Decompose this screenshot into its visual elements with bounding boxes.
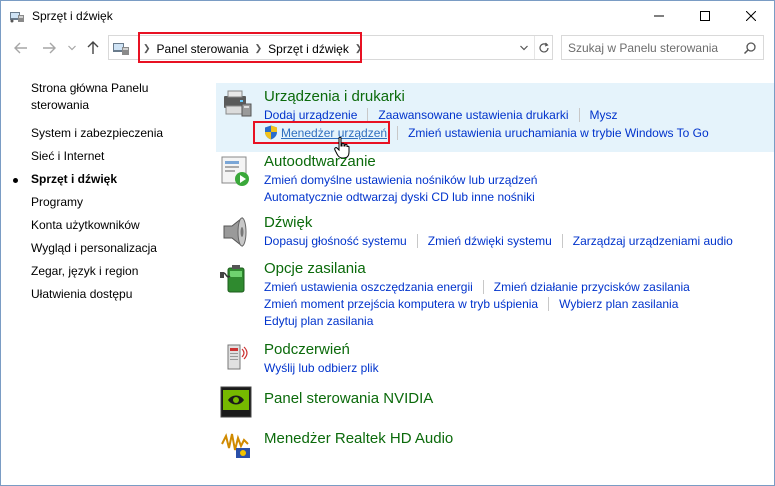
- power-saving-settings-link[interactable]: Zmień ustawienia oszczędzania energii: [264, 280, 473, 294]
- link-row: Menedżer urządzeń Zmień ustawienia uruch…: [264, 125, 709, 140]
- send-receive-file-link[interactable]: Wyślij lub odbierz plik: [264, 361, 379, 375]
- sleep-timing-link[interactable]: Zmień moment przejścia komputera w tryb …: [264, 297, 538, 311]
- nvidia-icon[interactable]: [220, 386, 252, 418]
- link-row: Edytuj plan zasilania: [264, 314, 373, 328]
- uac-shield-icon: [265, 125, 277, 140]
- title-bar: Sprzęt i dźwięk: [1, 1, 774, 32]
- category-power-options: Opcje zasilania Zmień ustawienia oszczęd…: [216, 260, 774, 335]
- control-panel-window: Sprzęt i dźwięk ❯ Panel sterowania ❯ Spr…: [0, 0, 775, 486]
- sidebar-item-home[interactable]: Strona główna Panelu sterowania: [31, 80, 171, 114]
- back-button[interactable]: [13, 40, 29, 56]
- change-system-sounds-link[interactable]: Zmień dźwięki systemu: [428, 234, 552, 248]
- sidebar-item-clock-region[interactable]: Zegar, język i region: [31, 263, 138, 280]
- sidebar-item-ease-of-access[interactable]: Ułatwienia dostępu: [31, 286, 132, 303]
- maximize-button[interactable]: [682, 1, 728, 31]
- category-devices-printers: Urządzenia i drukarki Dodaj urządzenie Z…: [216, 84, 774, 154]
- category-sound: Dźwięk Dopasuj głośność systemu Zmień dź…: [216, 214, 774, 254]
- refresh-icon: [538, 42, 549, 52]
- breadcrumb-hardware-sound[interactable]: Sprzęt i dźwięk: [264, 42, 353, 56]
- battery-icon[interactable]: [220, 262, 252, 294]
- speaker-icon[interactable]: [220, 216, 252, 248]
- autoplay-icon[interactable]: [220, 155, 252, 187]
- address-dropdown-button[interactable]: [516, 36, 532, 59]
- category-title[interactable]: Podczerwień: [264, 341, 350, 358]
- printer-icon[interactable]: [220, 88, 252, 120]
- navigation-pane: Strona główna Panelu sterowania System i…: [1, 64, 216, 485]
- arrow-right-icon: [43, 42, 56, 54]
- chevron-right-icon[interactable]: ❯: [353, 43, 365, 54]
- add-device-link[interactable]: Dodaj urządzenie: [264, 108, 357, 122]
- windows-to-go-link[interactable]: Zmień ustawienia uruchamiania w trybie W…: [408, 126, 709, 140]
- link-separator: [548, 297, 550, 311]
- arrow-up-icon: [87, 41, 99, 54]
- link-row: Zmień moment przejścia komputera w tryb …: [264, 297, 678, 311]
- window-title: Sprzęt i dźwięk: [32, 9, 113, 23]
- adjust-volume-link[interactable]: Dopasuj głośność systemu: [264, 234, 407, 248]
- address-bar[interactable]: ❯ Panel sterowania ❯ Sprzęt i dźwięk ❯: [108, 35, 553, 60]
- link-separator: [578, 108, 580, 122]
- category-realtek: Menedżer Realtek HD Audio: [216, 426, 774, 462]
- choose-power-plan-link[interactable]: Wybierz plan zasilania: [559, 297, 678, 311]
- search-icon[interactable]: [743, 41, 757, 55]
- link-separator: [482, 280, 484, 294]
- minimize-icon: [654, 15, 664, 17]
- sidebar-item-appearance[interactable]: Wygląd i personalizacja: [31, 240, 157, 257]
- up-button[interactable]: [85, 40, 101, 56]
- close-button[interactable]: [728, 1, 774, 31]
- breadcrumb-control-panel[interactable]: Panel sterowania: [153, 42, 253, 56]
- autoplay-cd-link[interactable]: Automatycznie odtwarzaj dyski CD lub inn…: [264, 190, 535, 204]
- sidebar-item-programs[interactable]: Programy: [31, 194, 83, 211]
- category-title[interactable]: Urządzenia i drukarki: [264, 88, 405, 105]
- search-input[interactable]: [568, 40, 738, 56]
- category-title[interactable]: Panel sterowania NVIDIA: [264, 390, 433, 407]
- recent-locations-button[interactable]: [67, 40, 77, 56]
- chevron-down-icon: [68, 45, 76, 51]
- category-infrared: Podczerwień Wyślij lub odbierz plik: [216, 339, 774, 379]
- link-row: Dodaj urządzenie Zaawansowane ustawienia…: [264, 108, 618, 122]
- link-separator: [561, 234, 563, 248]
- arrow-left-icon: [14, 42, 27, 54]
- link-separator: [397, 125, 399, 140]
- chevron-right-icon[interactable]: ❯: [141, 43, 153, 54]
- navigation-bar: ❯ Panel sterowania ❯ Sprzęt i dźwięk ❯: [1, 32, 774, 64]
- link-row: Zmień domyślne ustawienia nośników lub u…: [264, 173, 537, 187]
- sidebar-item-hardware-sound[interactable]: Sprzęt i dźwięk: [31, 171, 117, 188]
- category-title[interactable]: Menedżer Realtek HD Audio: [264, 430, 453, 447]
- chevron-down-icon: [520, 45, 528, 50]
- link-row: Wyślij lub odbierz plik: [264, 361, 379, 375]
- category-title[interactable]: Autoodtwarzanie: [264, 153, 376, 170]
- control-panel-icon: [10, 12, 24, 23]
- sidebar-item-user-accounts[interactable]: Konta użytkowników: [31, 217, 140, 234]
- link-separator: [367, 108, 369, 122]
- category-nvidia: Panel sterowania NVIDIA: [216, 386, 774, 422]
- current-item-bullet: [13, 178, 18, 183]
- breadcrumb: ❯ Panel sterowania ❯ Sprzęt i dźwięk ❯: [141, 36, 364, 61]
- link-row: Zmień ustawienia oszczędzania energii Zm…: [264, 280, 690, 294]
- refresh-button[interactable]: [534, 36, 552, 59]
- forward-button[interactable]: [41, 40, 57, 56]
- link-row: Automatycznie odtwarzaj dyski CD lub inn…: [264, 190, 535, 204]
- link-separator: [416, 234, 418, 248]
- search-box[interactable]: [561, 35, 764, 60]
- category-autoplay: Autoodtwarzanie Zmień domyślne ustawieni…: [216, 151, 774, 206]
- mouse-link[interactable]: Mysz: [590, 108, 618, 122]
- power-buttons-link[interactable]: Zmień działanie przycisków zasilania: [494, 280, 690, 294]
- change-default-media-link[interactable]: Zmień domyślne ustawienia nośników lub u…: [264, 173, 537, 187]
- realtek-audio-icon[interactable]: [220, 428, 252, 460]
- content-pane: Urządzenia i drukarki Dodaj urządzenie Z…: [216, 64, 774, 485]
- category-title[interactable]: Dźwięk: [264, 214, 312, 231]
- category-title[interactable]: Opcje zasilania: [264, 260, 366, 277]
- close-icon: [746, 11, 756, 21]
- advanced-printer-settings-link[interactable]: Zaawansowane ustawienia drukarki: [378, 108, 568, 122]
- sidebar-item-network[interactable]: Sieć i Internet: [31, 148, 104, 165]
- minimize-button[interactable]: [636, 1, 682, 31]
- edit-power-plan-link[interactable]: Edytuj plan zasilania: [264, 314, 373, 328]
- chevron-right-icon[interactable]: ❯: [253, 43, 265, 54]
- maximize-icon: [700, 11, 710, 21]
- infrared-icon[interactable]: [220, 341, 252, 373]
- control-panel-icon: [113, 43, 129, 55]
- link-row: Dopasuj głośność systemu Zmień dźwięki s…: [264, 234, 733, 248]
- sidebar-item-system-security[interactable]: System i zabezpieczenia: [31, 125, 163, 142]
- manage-audio-devices-link[interactable]: Zarządzaj urządzeniami audio: [573, 234, 733, 248]
